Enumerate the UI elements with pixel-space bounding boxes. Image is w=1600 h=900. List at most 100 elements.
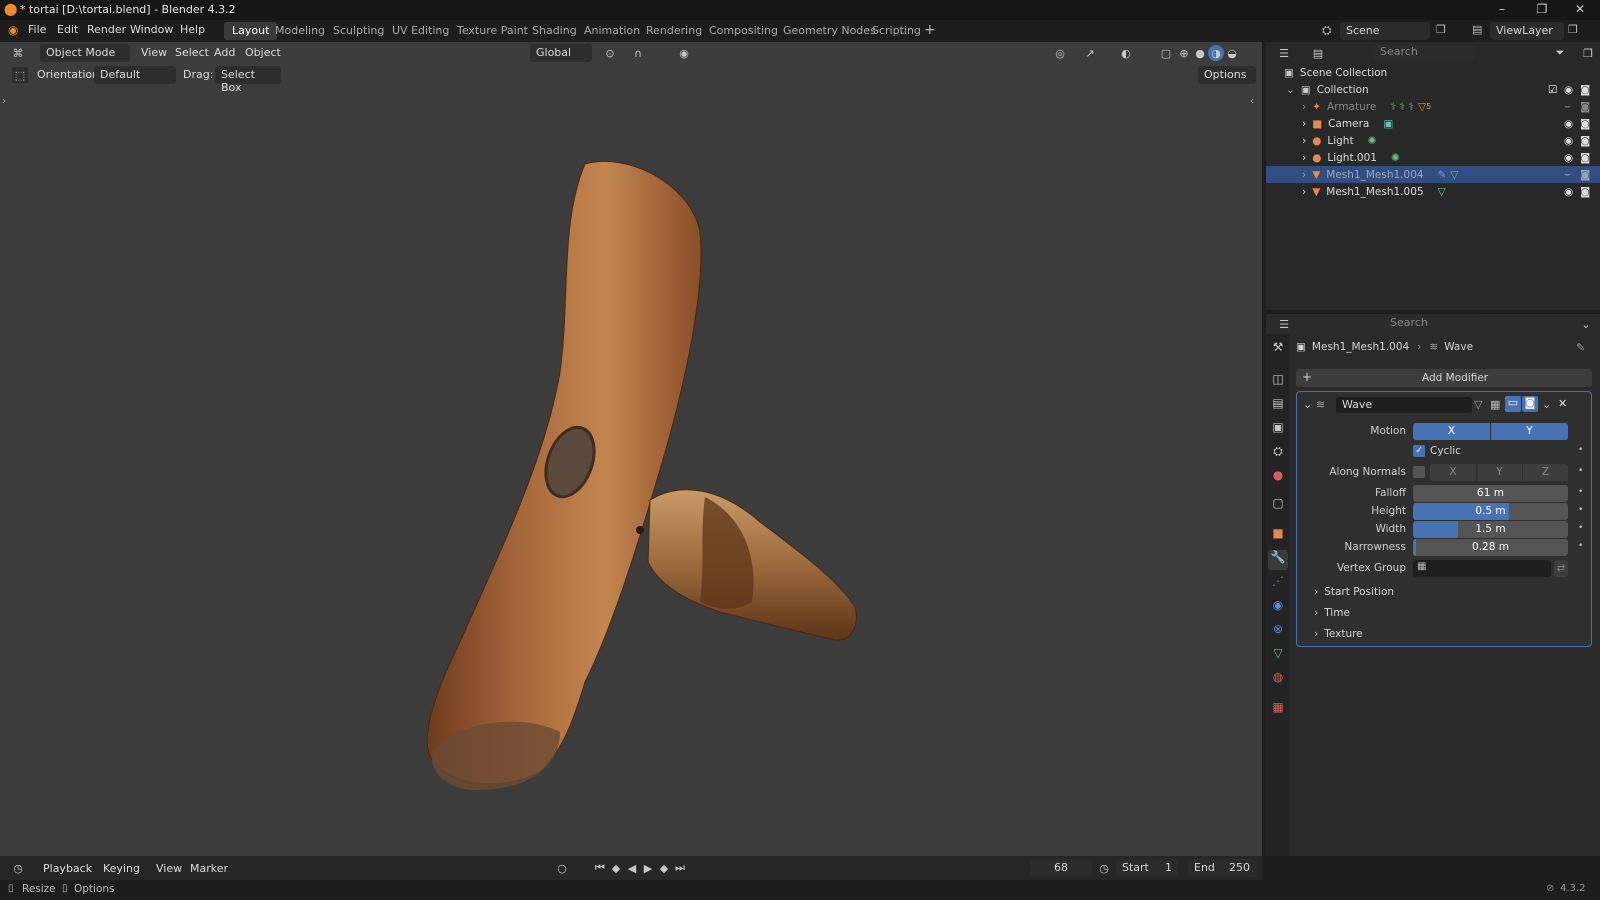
invert-vertex-group-icon[interactable]: ⇄ <box>1554 560 1568 577</box>
eye-icon[interactable]: ◉ <box>1564 152 1573 164</box>
constraints-tab-icon[interactable]: ⊗ <box>1268 622 1288 642</box>
world-tab-icon[interactable]: ● <box>1268 468 1288 488</box>
outliner-search[interactable]: Search <box>1374 43 1474 61</box>
outliner-item-mesh-004[interactable]: › ▼ Mesh1_Mesh1.004 ✎ ▽ ⌣ ◙ <box>1266 166 1600 183</box>
tab-rendering[interactable]: Rendering <box>638 22 710 40</box>
scene-icon[interactable]: ⛭ <box>1322 23 1332 38</box>
outliner-editor-icon[interactable]: ☰ <box>1276 45 1292 61</box>
collection-tab-icon[interactable]: ▢ <box>1268 496 1288 516</box>
auto-keying-icon[interactable]: ○ <box>554 860 570 876</box>
current-frame-field[interactable]: 68 <box>1030 859 1092 877</box>
tab-modeling[interactable]: Modeling <box>267 22 333 40</box>
wireframe-shading-icon[interactable]: ⊕ <box>1176 45 1192 61</box>
add-workspace-icon[interactable]: + <box>924 22 936 38</box>
object-tab-icon[interactable]: ■ <box>1268 526 1288 546</box>
eye-icon[interactable]: ◉ <box>1564 84 1573 96</box>
height-keyframe-icon[interactable]: • <box>1578 505 1583 515</box>
viewport-menu-object[interactable]: Object <box>245 46 281 59</box>
orientation-dropdown[interactable]: Default <box>94 66 176 84</box>
camera-icon[interactable]: ◙ <box>1580 186 1590 198</box>
modifier-tab-icon[interactable]: 🔧 <box>1268 550 1288 570</box>
outliner-item-mesh-005[interactable]: › ▼ Mesh1_Mesh1.005 ▽ ◉ ◙ <box>1266 183 1600 200</box>
viewlayer-field[interactable]: ViewLayer <box>1490 22 1564 40</box>
proportional-edit-icon[interactable]: ◉ <box>676 45 692 61</box>
eye-hidden-icon[interactable]: ⌣ <box>1564 100 1571 113</box>
material-shading-icon[interactable]: ◑ <box>1208 45 1224 61</box>
render-icon[interactable]: ◙ <box>1522 396 1538 412</box>
options-dropdown[interactable]: Options <box>1198 66 1256 84</box>
normals-z-toggle[interactable]: Z <box>1523 464 1568 481</box>
outliner-item-armature[interactable]: › ✦ Armature ⚕ ⚕ ⚕ ▽ 5 ⌣ ◙ <box>1266 98 1600 115</box>
add-modifier-button[interactable]: + Add Modifier <box>1296 369 1592 387</box>
tab-uv-editing[interactable]: UV Editing <box>384 22 457 40</box>
remove-modifier-icon[interactable]: ✕ <box>1558 397 1567 410</box>
end-frame-field[interactable]: End 250 <box>1188 859 1256 877</box>
properties-search[interactable]: Search <box>1384 314 1484 332</box>
timeline-menu-keying[interactable]: Keying <box>103 862 140 875</box>
normals-y-toggle[interactable]: Y <box>1477 464 1522 481</box>
toolbar-toggle-icon[interactable]: › <box>2 96 6 107</box>
maximize-icon[interactable]: ❐ <box>1534 2 1550 18</box>
scene-tab-icon[interactable]: ⛭ <box>1268 444 1288 464</box>
falloff-keyframe-icon[interactable]: • <box>1578 487 1583 497</box>
properties-options-icon[interactable]: ⌄ <box>1578 316 1594 332</box>
new-scene-icon[interactable]: ❐ <box>1436 23 1446 36</box>
normals-x-toggle[interactable]: X <box>1430 464 1476 481</box>
solid-shading-icon[interactable]: ● <box>1192 45 1208 61</box>
panel-collapse-icon[interactable]: ⌄ <box>1303 398 1312 411</box>
timeline-menu-playback[interactable]: Playback <box>43 862 92 875</box>
prev-keyframe-icon[interactable]: ◆ <box>608 860 624 876</box>
width-slider[interactable]: 1.5 m <box>1413 521 1568 538</box>
edit-mode-icon[interactable]: ▽ <box>1474 398 1482 411</box>
render-tab-icon[interactable]: ◫ <box>1268 372 1288 392</box>
eye-icon[interactable]: ◉ <box>1564 186 1573 198</box>
particles-tab-icon[interactable]: ⋰ <box>1268 574 1288 594</box>
drag-dropdown[interactable]: Select Box <box>215 66 281 94</box>
menu-window[interactable]: Window <box>130 23 173 36</box>
editor-type-icon[interactable]: ⌘ <box>10 45 26 61</box>
data-tab-icon[interactable]: ▽ <box>1268 646 1288 666</box>
physics-tab-icon[interactable]: ◉ <box>1268 598 1288 618</box>
start-frame-field[interactable]: Start 1 <box>1116 859 1178 877</box>
next-keyframe-icon[interactable]: ◆ <box>656 860 672 876</box>
3d-viewport[interactable]: › ‹ <box>0 42 1262 856</box>
cyclic-checkbox[interactable]: ✓ <box>1413 445 1425 457</box>
viewport-canvas[interactable] <box>0 42 1262 856</box>
mesh-object[interactable] <box>426 160 857 791</box>
scene-field[interactable]: Scene <box>1340 22 1430 40</box>
tab-sculpting[interactable]: Sculpting <box>325 22 392 40</box>
pivot-icon[interactable]: ⊙ <box>602 45 618 61</box>
camera-icon[interactable]: ◙ <box>1580 101 1590 113</box>
menu-edit[interactable]: Edit <box>57 23 78 36</box>
start-position-subpanel[interactable]: › Start Position <box>1314 586 1394 598</box>
camera-icon[interactable]: ◙ <box>1580 169 1590 181</box>
transform-orientation-dropdown[interactable]: Global <box>530 44 592 62</box>
blender-menu-icon[interactable]: ◉ <box>8 23 18 37</box>
sidebar-toggle-icon[interactable]: ‹ <box>1250 96 1254 107</box>
viewport-menu-view[interactable]: View <box>141 46 167 59</box>
jump-start-icon[interactable]: ⏮ <box>592 860 608 876</box>
close-icon[interactable]: ✕ <box>1572 2 1588 18</box>
menu-file[interactable]: File <box>28 23 46 36</box>
properties-editor-icon[interactable]: ☰ <box>1276 316 1292 332</box>
tab-scripting[interactable]: Scripting <box>864 22 929 40</box>
narrowness-slider[interactable]: 0.28 m <box>1413 539 1568 556</box>
material-tab-icon[interactable]: ◍ <box>1268 670 1288 690</box>
texture-subpanel[interactable]: › Texture <box>1314 628 1363 640</box>
tab-texture-paint[interactable]: Texture Paint <box>449 22 536 40</box>
eye-icon[interactable]: ◉ <box>1564 135 1573 147</box>
viewport-menu-select[interactable]: Select <box>175 46 209 59</box>
texture-tab-icon[interactable]: ▦ <box>1268 700 1288 720</box>
outliner-item-light-001[interactable]: › ● Light.001 ✺ ◉ ◙ <box>1266 149 1600 166</box>
cage-icon[interactable]: ▦ <box>1490 398 1500 411</box>
outliner-collection[interactable]: ⌄ ▣ Collection ☑ ◉ ◙ <box>1266 81 1600 98</box>
timeline-menu-view[interactable]: View <box>156 862 182 875</box>
modifier-name-field[interactable]: Wave <box>1336 397 1472 413</box>
along-normals-checkbox[interactable] <box>1413 466 1425 478</box>
outliner-item-light[interactable]: › ● Light ✺ ◉ ◙ <box>1266 132 1600 149</box>
filter-icon[interactable]: ⏷ <box>1552 45 1568 61</box>
width-keyframe-icon[interactable]: • <box>1578 523 1583 533</box>
menu-help[interactable]: Help <box>180 23 205 36</box>
motion-x-toggle[interactable]: X <box>1413 423 1490 440</box>
falloff-field[interactable]: 61 m <box>1413 485 1568 502</box>
